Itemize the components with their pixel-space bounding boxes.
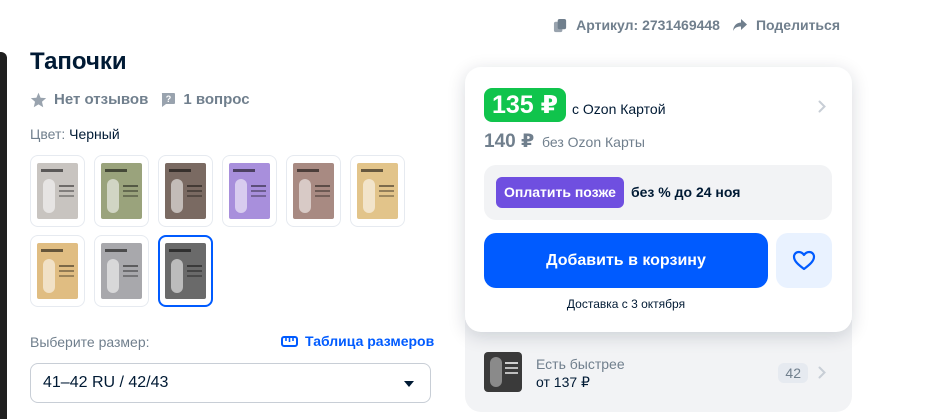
swatch-image — [229, 163, 270, 219]
size-select[interactable]: 41–42 RU / 42/43 — [30, 363, 431, 403]
favorite-button[interactable] — [776, 233, 832, 288]
swatch-image — [37, 243, 78, 299]
size-label: Выберите размер: — [30, 334, 150, 350]
swatch-image — [165, 243, 206, 299]
delivery-date: Доставка с 3 октября — [566, 297, 686, 311]
color-swatch[interactable] — [30, 155, 85, 227]
price-card: 135 ₽ с Ozon Картой 140 ₽ без Ozon Карты… — [465, 67, 852, 332]
faster-price: от 137 ₽ — [536, 374, 590, 390]
faster-delivery-offer[interactable]: Есть быстрее от 137 ₽ 42 — [484, 352, 832, 394]
product-title: Тапочки — [30, 48, 127, 75]
offers-count-badge: 42 — [778, 363, 808, 383]
pay-later-text: без % до 24 ноя — [631, 184, 741, 200]
color-swatch[interactable] — [222, 155, 277, 227]
share-button[interactable]: Поделиться — [732, 17, 840, 33]
caret-down-icon — [404, 381, 414, 387]
color-swatch[interactable] — [286, 155, 341, 227]
product-meta: Артикул: 2731469448 Поделиться — [553, 17, 840, 33]
reviews-count: Нет отзывов — [54, 91, 149, 108]
color-swatch[interactable] — [94, 155, 149, 227]
swatch-image — [101, 163, 142, 219]
faster-title: Есть быстрее — [536, 356, 625, 372]
reviews-link[interactable]: Нет отзывов — [30, 91, 148, 108]
color-swatch[interactable] — [158, 235, 213, 307]
pay-later-button[interactable]: Оплатить позже — [496, 177, 624, 208]
add-to-cart-button[interactable]: Добавить в корзину — [484, 233, 768, 288]
ruler-icon — [281, 335, 298, 347]
swatch-image — [165, 163, 206, 219]
color-swatch[interactable] — [350, 155, 405, 227]
size-select-value: 41–42 RU / 42/43 — [43, 374, 169, 391]
chevron-right-icon[interactable] — [818, 100, 826, 113]
size-table-link[interactable]: Таблица размеров — [281, 333, 434, 349]
rating-row: Нет отзывов ? 1 вопрос — [30, 91, 250, 108]
color-swatches — [30, 155, 406, 307]
color-label: Цвет: — [30, 126, 66, 142]
questions-count: 1 вопрос — [183, 91, 250, 108]
previous-image-edge — [0, 52, 7, 419]
copy-icon — [554, 18, 567, 32]
offer-thumbnail — [484, 352, 522, 392]
chevron-right-icon — [818, 366, 826, 379]
price-without-card: 140 ₽ — [484, 131, 535, 152]
svg-text:?: ? — [166, 94, 172, 104]
questions-link[interactable]: ? 1 вопрос — [160, 91, 250, 108]
color-value: Черный — [69, 126, 120, 142]
swatch-image — [293, 163, 334, 219]
article-number: Артикул: 2731469448 — [576, 17, 720, 33]
price-without-card-caption: без Ozon Карты — [542, 134, 645, 150]
swatch-image — [37, 163, 78, 219]
color-swatch[interactable] — [94, 235, 149, 307]
color-line: Цвет: Черный — [30, 126, 120, 142]
share-label: Поделиться — [755, 17, 840, 33]
price-with-card: 135 ₽ — [484, 88, 567, 122]
color-swatch[interactable] — [30, 235, 85, 307]
heart-icon — [792, 250, 816, 271]
color-swatch[interactable] — [158, 155, 213, 227]
size-table-label: Таблица размеров — [305, 333, 435, 349]
star-icon — [30, 92, 47, 107]
swatch-image — [357, 163, 398, 219]
article-copy[interactable]: Артикул: 2731469448 — [553, 17, 720, 33]
pay-later-block: Оплатить позже без % до 24 ноя — [484, 165, 832, 220]
swatch-image — [101, 243, 142, 299]
price-with-card-caption: с Ozon Картой — [572, 101, 666, 117]
share-icon — [732, 19, 747, 31]
question-icon: ? — [162, 92, 176, 107]
